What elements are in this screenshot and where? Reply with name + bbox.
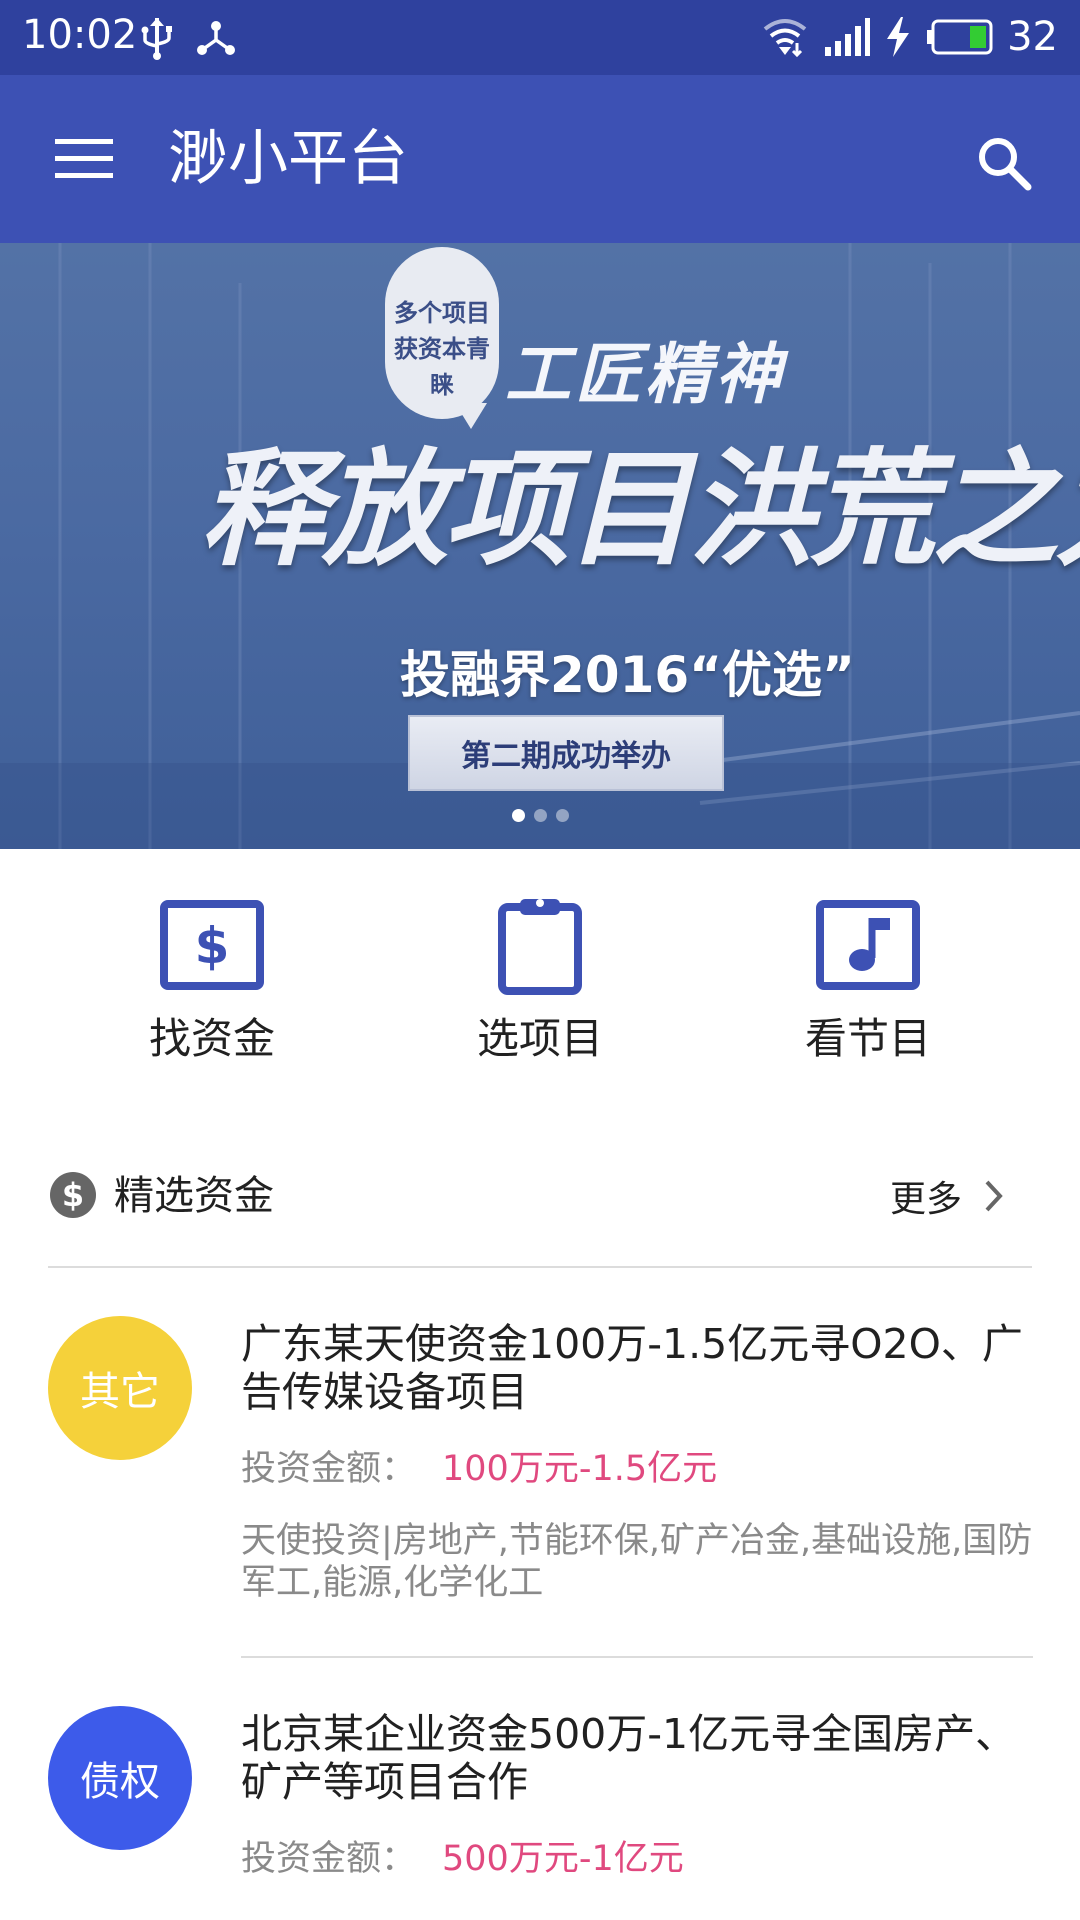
charging-icon [887,17,910,57]
banner-bubble-text: 多个项目 获资本青睐 [394,299,490,399]
music-icon [816,900,920,990]
status-left-icons [140,14,236,62]
category-badge-label: 债权 [80,1759,160,1805]
fund-body: 北京某企业资金500万-1亿元寻全国房产、矿产等项目合作 投资金额： 500万元-… [241,1710,1033,1882]
fund-body: 广东某天使资金100万-1.5亿元寻O2O、广告传媒设备项目 投资金额： 100万… [241,1320,1033,1604]
share-icon [197,21,235,55]
status-right-icons: 32 [761,12,1058,62]
section-title: 精选资金 [114,1173,274,1219]
quick-action-find-funds[interactable]: $ 找资金 [82,895,342,1075]
category-badge: 债权 [48,1706,192,1850]
quick-action-select-projects[interactable]: 选项目 [410,895,670,1075]
carousel-dot[interactable] [555,809,569,822]
search-icon [979,138,1032,191]
fund-amount-value: 100万元-1.5亿元 [442,1449,718,1489]
more-link[interactable]: 更多 [890,1168,1004,1224]
app-title: 渺小平台 [168,124,408,194]
fund-amount-label: 投资金额： [241,1449,417,1489]
chevron-right-icon [985,1180,1003,1212]
banner-carousel[interactable]: 多个项目 获资本青睐 工匠精神 释放项目洪荒之力 投融界2016“优选” 第二期… [0,243,1080,849]
banner-subline: 投融界2016“优选” [400,646,855,704]
quick-action-watch-programs[interactable]: 看节目 [738,895,998,1075]
carousel-dots [0,809,1080,822]
banner-bubble: 多个项目 获资本青睐 [385,247,499,419]
menu-icon [55,139,113,178]
clipboard-icon [498,899,582,995]
dollar-circle-icon: $ [50,1172,96,1218]
banner-pill: 第二期成功举办 [408,715,724,791]
wifi-icon [763,19,807,57]
quick-actions: $ 找资金 选项目 看节目 [0,849,1080,1089]
battery-level: 32 [1007,14,1058,60]
search-button[interactable] [964,123,1044,203]
fund-amount-row: 投资金额： 100万元-1.5亿元 [241,1446,1033,1492]
banner-headline-big: 释放项目洪荒之力 [200,435,1080,583]
banner-pill-text: 第二期成功举办 [461,739,671,774]
app-bar: 渺小平台 [0,75,1080,243]
carousel-dot[interactable] [533,809,547,822]
list-divider [241,1656,1033,1658]
status-time: 10:02 [22,12,138,58]
dollar-icon: $ [160,900,264,990]
banner-headline-small: 工匠精神 [505,335,785,413]
menu-button[interactable] [44,127,124,191]
fund-title: 广东某天使资金100万-1.5亿元寻O2O、广告传媒设备项目 [241,1320,1023,1416]
list-item[interactable]: 债权 北京某企业资金500万-1亿元寻全国房产、矿产等项目合作 投资金额： 500… [0,1690,1080,1920]
quick-action-label: 找资金 [148,1014,275,1063]
signal-icon [825,18,871,56]
svg-text:$: $ [195,917,230,975]
fund-amount-label: 投资金额： [241,1839,417,1879]
section-header-featured-funds: $ 精选资金 更多 [48,1160,1032,1232]
svg-text:$: $ [62,1176,84,1214]
more-label: 更多 [889,1179,962,1220]
usb-icon [141,18,172,60]
fund-amount-value: 500万元-1亿元 [442,1839,684,1879]
carousel-dot[interactable] [511,809,525,822]
fund-title: 北京某企业资金500万-1亿元寻全国房产、矿产等项目合作 [241,1710,1017,1806]
battery-icon [927,19,993,55]
fund-tags: 天使投资|房地产,节能环保,矿产冶金,基础设施,国防军工,能源,化学化工 [241,1521,1033,1603]
category-badge-label: 其它 [80,1369,160,1415]
quick-action-label: 选项目 [476,1014,603,1063]
category-badge: 其它 [48,1316,192,1460]
section-divider [48,1266,1032,1268]
list-item[interactable]: 其它 广东某天使资金100万-1.5亿元寻O2O、广告传媒设备项目 投资金额： 1… [0,1300,1080,1660]
quick-action-label: 看节目 [804,1014,931,1063]
status-bar: 10:02 32 [0,0,1080,75]
fund-amount-row: 投资金额： 500万元-1亿元 [241,1836,1033,1882]
